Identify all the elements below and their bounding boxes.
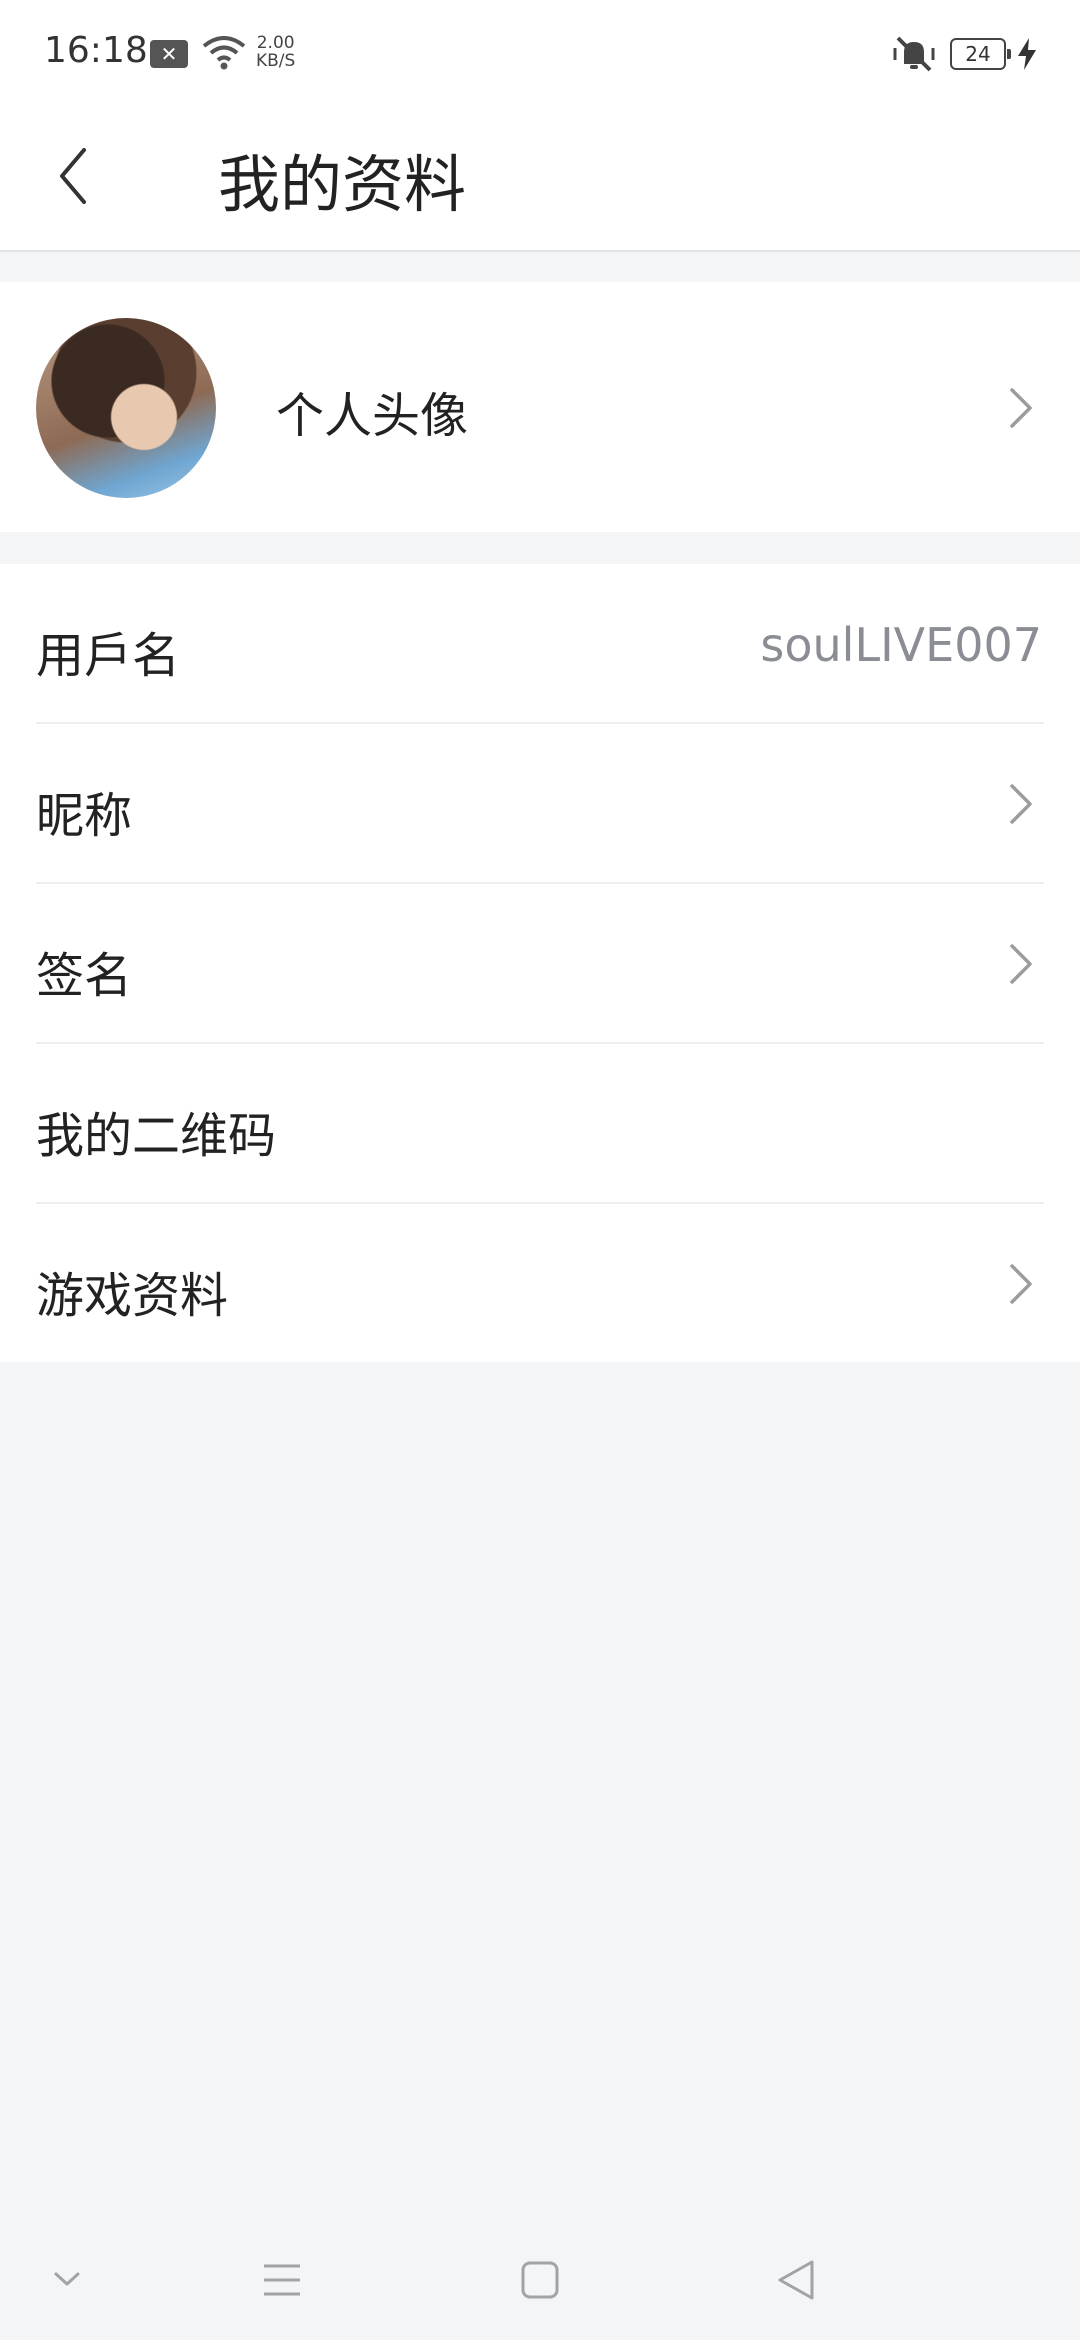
signature-label: 签名 [36,948,133,1004]
back-arrow-icon[interactable] [40,136,120,216]
chevron-right-icon [1010,784,1032,824]
nav-down-icon[interactable] [52,2256,82,2304]
nav-home-icon[interactable] [520,2256,560,2304]
profile-list: 用戶名 soulLIVE007 昵称 签名 我的二维码 游戏资料 [0,564,1080,1362]
page-title: 我的资料 [218,148,467,221]
nav-back-icon[interactable] [774,2256,818,2304]
nav-menu-icon[interactable] [262,2256,302,2304]
network-speed: 2.00 KB/S [256,34,295,70]
username-value: soulLIVE007 [760,618,1042,672]
battery-level: 24 [965,42,991,66]
avatar-row[interactable]: 个人头像 [0,282,1080,532]
list-item-qrcode[interactable]: 我的二维码 [0,1044,1080,1204]
network-speed-value: 2.00 [256,33,295,53]
list-item-username: 用戶名 soulLIVE007 [0,564,1080,724]
username-label: 用戶名 [36,628,181,684]
chevron-right-icon [1010,1264,1032,1304]
chevron-right-icon [1010,944,1032,984]
game-profile-label: 游戏资料 [36,1268,229,1324]
status-bar: 16:18 ✕ 2.00 KB/S 24 [0,0,1080,108]
wifi-icon [202,36,246,70]
notification-icon: ✕ [150,40,188,68]
mute-icon [893,36,935,72]
status-time: 16:18 [44,30,148,71]
battery-indicator: 24 [950,38,1011,70]
chevron-right-icon [1010,388,1032,428]
app-header: 我的资料 [0,108,1080,252]
list-item-nickname[interactable]: 昵称 [0,724,1080,884]
list-item-signature[interactable]: 签名 [0,884,1080,1044]
avatar[interactable] [36,318,216,498]
charging-icon [1018,38,1036,70]
avatar-label: 个人头像 [276,388,469,444]
network-speed-unit: KB/S [256,51,296,71]
qrcode-label: 我的二维码 [36,1108,277,1164]
system-nav-bar [0,2220,1080,2340]
nickname-label: 昵称 [36,788,133,844]
list-item-game-profile[interactable]: 游戏资料 [0,1204,1080,1364]
